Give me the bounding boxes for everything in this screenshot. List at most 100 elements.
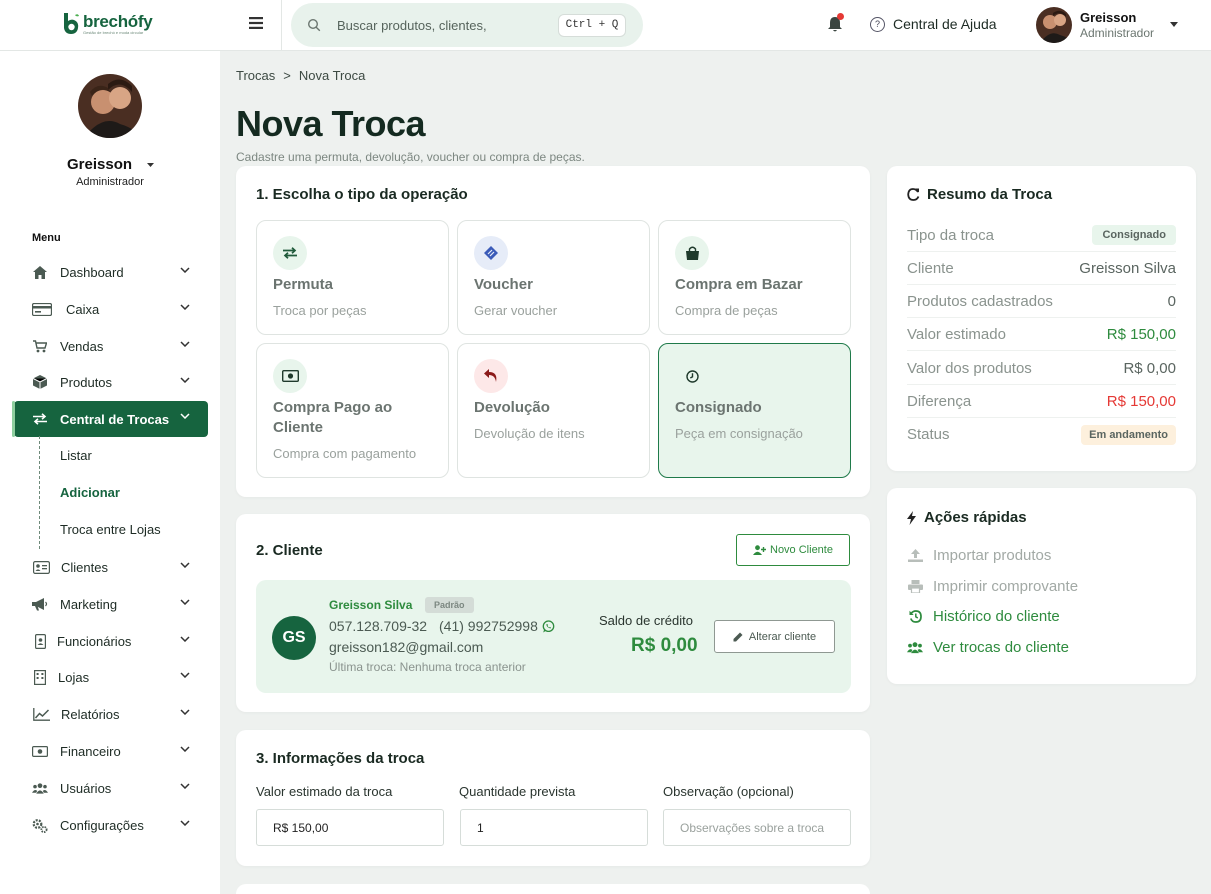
credit-balance-value: R$ 0,00	[631, 635, 698, 656]
operation-option-title: Voucher	[474, 276, 533, 293]
header-divider	[281, 0, 282, 50]
action-client-exchanges[interactable]: Ver trocas do cliente	[907, 639, 1069, 656]
sidebar-item-vendas[interactable]: Vendas	[14, 329, 208, 363]
action-client-history[interactable]: Histórico do cliente	[907, 608, 1060, 625]
summary-type-badge: Consignado	[1092, 225, 1176, 245]
card-icon	[32, 301, 52, 317]
operation-option-subtitle: Peça em consignação	[675, 426, 803, 441]
operation-option-title: Consignado	[675, 399, 762, 416]
sidebar-item-label: Produtos	[60, 374, 113, 390]
submenu-item-troca-entre-lojas[interactable]: Troca entre Lojas	[60, 522, 161, 537]
operation-card: 1. Escolha o tipo da operação Permuta Tr…	[236, 166, 870, 497]
client-details-box: GS Greisson Silva Padrão 057.128.709-32 …	[256, 580, 851, 693]
logo-mark-icon	[64, 13, 79, 34]
money-icon	[32, 743, 48, 759]
sidebar-item-label: Clientes	[61, 559, 108, 575]
sidebar-item-usuarios[interactable]: Usuários	[14, 771, 208, 805]
page-title: Nova Troca	[236, 103, 426, 144]
cart-icon	[32, 338, 48, 354]
chevron-down-icon	[180, 746, 190, 752]
sidebar-item-produtos[interactable]: Produtos	[14, 365, 208, 399]
observation-input[interactable]	[663, 809, 851, 846]
ticket-icon	[474, 236, 508, 270]
header-user-name: Greisson	[1080, 10, 1137, 25]
notification-dot	[837, 13, 844, 20]
sidebar-item-caixa[interactable]: Caixa	[14, 292, 208, 326]
action-label: Imprimir comprovante	[933, 578, 1079, 595]
search-input[interactable]	[337, 15, 542, 35]
breadcrumb-separator: >	[283, 68, 291, 83]
operation-option-permuta[interactable]: Permuta Troca por peças	[256, 220, 449, 335]
help-center-link[interactable]: ? Central de Ajuda	[870, 16, 997, 32]
operation-option-compra-em-bazar[interactable]: Compra em Bazar Compra de peças	[658, 220, 851, 335]
operation-option-devolucao[interactable]: Devolução Devolução de itens	[457, 343, 650, 478]
shopping-bag-icon	[675, 236, 709, 270]
client-card: 2. Cliente Novo Cliente GS Greisson Silv…	[236, 514, 870, 712]
summary-row-client: Cliente Greisson Silva	[907, 252, 1176, 285]
chevron-down-icon	[180, 709, 190, 715]
quick-actions-card: Ações rápidas Importar produtos Imprimir…	[887, 488, 1196, 684]
header-user[interactable]: Greisson Administrador	[1080, 10, 1154, 40]
sidebar-item-relatorios[interactable]: Relatórios	[14, 697, 208, 731]
app-logo[interactable]: brechófy Gestão de brechó e moda circula…	[62, 11, 153, 36]
whatsapp-icon[interactable]	[542, 619, 555, 633]
sidebar-item-marketing[interactable]: Marketing	[14, 587, 208, 621]
sidebar-item-label: Vendas	[60, 338, 104, 354]
action-print-receipt[interactable]: Imprimir comprovante	[907, 578, 1078, 595]
sidebar-item-central-de-trocas[interactable]: Central de Trocas	[12, 401, 208, 437]
sidebar-item-configuracoes[interactable]: Configurações	[14, 808, 208, 842]
operation-option-subtitle: Compra de peças	[675, 303, 778, 318]
client-name[interactable]: Greisson Silva	[329, 598, 412, 612]
change-client-button[interactable]: Alterar cliente	[714, 620, 835, 653]
logo-text: brechófy	[83, 11, 153, 31]
operation-option-subtitle: Compra com pagamento	[273, 446, 417, 461]
quantity-input[interactable]	[460, 809, 648, 846]
header-avatar[interactable]	[1036, 7, 1072, 43]
breadcrumb-root[interactable]: Trocas	[236, 68, 275, 83]
submenu-item-listar[interactable]: Listar	[60, 448, 92, 463]
badge-icon	[32, 633, 48, 649]
new-client-button[interactable]: Novo Cliente	[736, 534, 850, 566]
sidebar: Greisson Administrador Menu Dashboard Ca…	[0, 51, 220, 894]
action-import-products[interactable]: Importar produtos	[907, 547, 1051, 564]
sidebar-item-financeiro[interactable]: Financeiro	[14, 734, 208, 768]
summary-row-difference: Diferença R$ 150,00	[907, 385, 1176, 418]
summary-label: Valor estimado	[907, 325, 1006, 343]
chevron-down-icon	[180, 636, 190, 642]
chevron-down-icon[interactable]	[1170, 22, 1178, 27]
summary-value: R$ 150,00	[1106, 325, 1176, 343]
breadcrumb-current: Nova Troca	[298, 68, 366, 83]
operation-option-consignado[interactable]: Consignado Peça em consignação	[658, 343, 851, 478]
search-bar[interactable]: Ctrl + Q	[291, 3, 643, 47]
hamburger-menu-icon[interactable]	[249, 17, 263, 29]
sidebar-avatar[interactable]	[78, 74, 142, 138]
new-client-label: Novo Cliente	[770, 544, 833, 556]
menu-label: Menu	[32, 232, 61, 244]
chevron-down-icon[interactable]	[147, 163, 154, 167]
sidebar-item-clientes[interactable]: Clientes	[14, 550, 208, 584]
summary-label: Status	[907, 426, 950, 443]
page-subtitle: Cadastre uma permuta, devolução, voucher…	[236, 150, 585, 164]
sidebar-item-dashboard[interactable]: Dashboard	[14, 255, 208, 289]
action-label: Ver trocas do cliente	[933, 639, 1069, 656]
client-last-exchange: Última troca: Nenhuma troca anterior	[329, 660, 526, 674]
operation-option-voucher[interactable]: Voucher Gerar voucher	[457, 220, 650, 335]
upload-icon	[907, 549, 923, 562]
sidebar-item-lojas[interactable]: Lojas	[14, 660, 208, 694]
sidebar-user-name[interactable]: Greisson	[67, 156, 132, 173]
summary-label: Cliente	[907, 259, 954, 277]
chart-icon	[32, 706, 50, 722]
sidebar-item-funcionarios[interactable]: Funcionários	[14, 624, 208, 658]
operation-option-compra-pago-ao-cliente[interactable]: Compra Pago ao Cliente Compra com pagame…	[256, 343, 449, 478]
submenu-guide-line	[39, 436, 40, 549]
operation-option-title: Permuta	[273, 276, 334, 293]
sidebar-user-role: Administrador	[76, 176, 144, 188]
search-shortcut-hint: Ctrl + Q	[558, 14, 626, 37]
client-phone: (41) 992752998	[439, 618, 555, 634]
logo-tagline: Gestão de brechó e moda circular	[83, 29, 144, 35]
box-icon	[32, 374, 48, 390]
refresh-icon	[907, 188, 920, 201]
summary-header: Resumo da Troca	[907, 186, 1052, 203]
submenu-item-adicionar[interactable]: Adicionar	[60, 485, 120, 500]
estimated-value-input[interactable]	[256, 809, 444, 846]
